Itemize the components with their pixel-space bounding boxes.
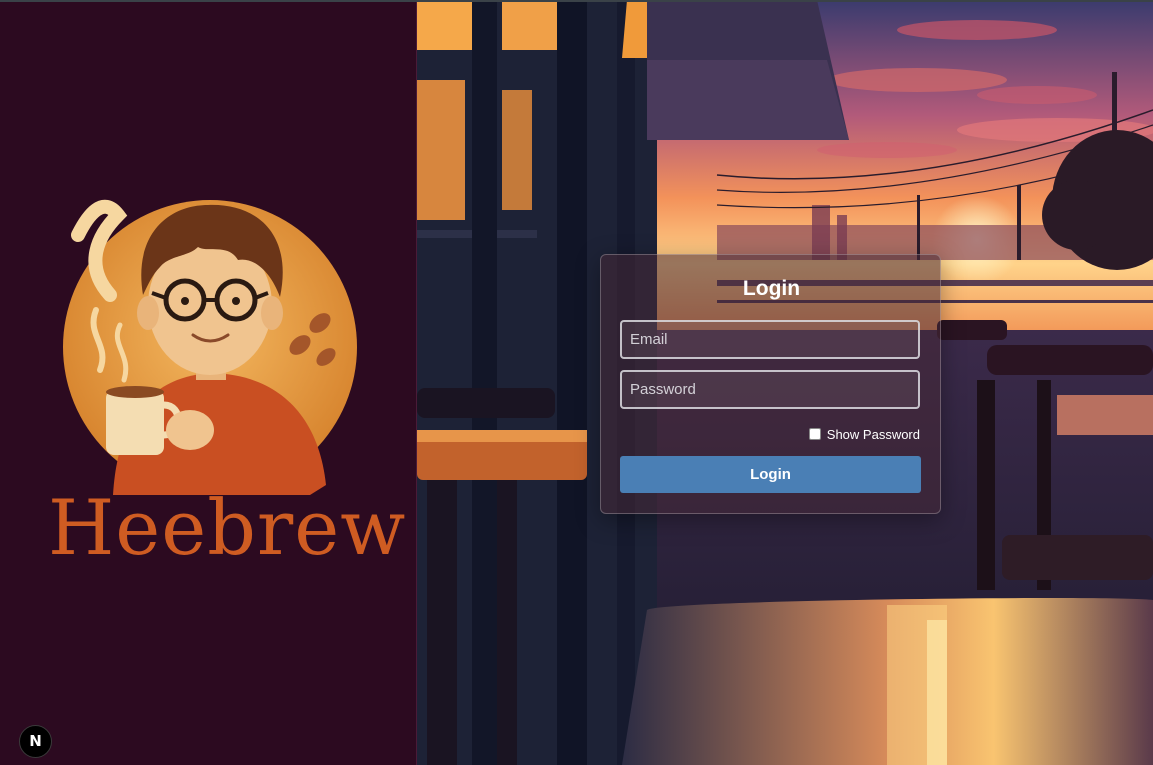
brand-name: Heebrew (48, 483, 407, 572)
brand-logo: Heebrew (48, 195, 405, 572)
nextjs-dev-badge[interactable]: N (19, 725, 52, 758)
email-field[interactable] (620, 320, 920, 359)
login-card: Login Show Password Login (600, 254, 941, 514)
show-password-label[interactable]: Show Password (827, 427, 920, 442)
coffee-boy-mascot-icon (63, 199, 357, 495)
show-password-checkbox[interactable] (808, 428, 821, 440)
window-top-border (0, 0, 1153, 2)
show-password-row: Show Password (808, 425, 920, 443)
login-title: Login (742, 277, 801, 300)
nextjs-icon: N (29, 732, 42, 750)
password-field[interactable] (620, 370, 920, 409)
brand-panel: Heebrew N (0, 0, 417, 765)
login-button[interactable]: Login (620, 456, 921, 493)
